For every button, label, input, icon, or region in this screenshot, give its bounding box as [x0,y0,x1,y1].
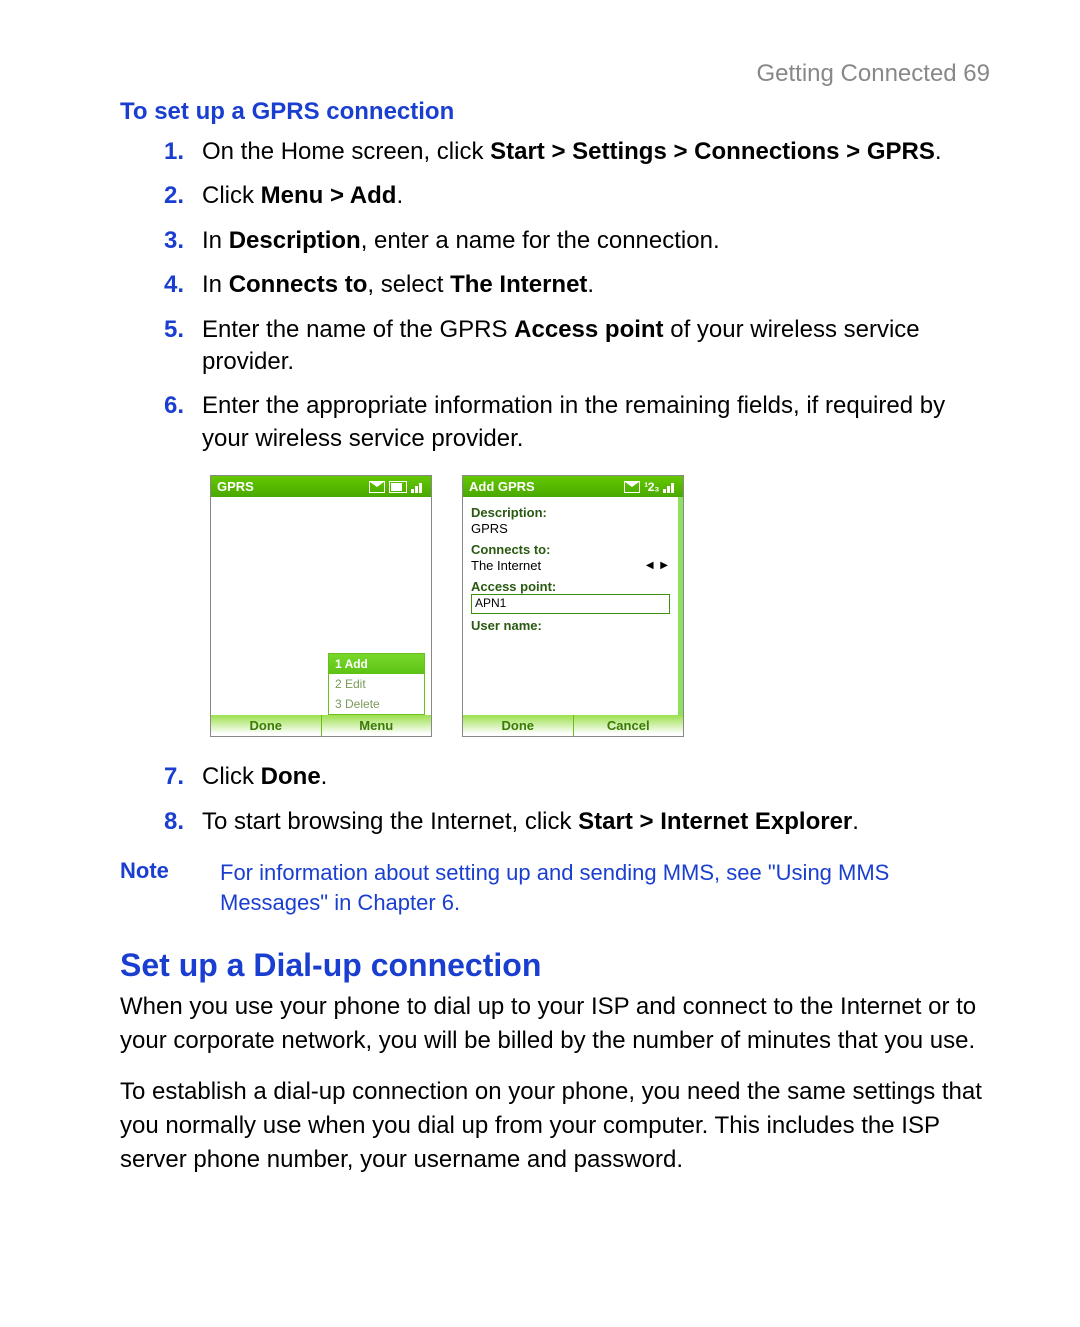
running-header: Getting Connected 69 [120,60,990,88]
value-connects-to[interactable]: The Internet ◀ ▶ [471,557,670,575]
body-paragraph: To establish a dial-up connection on you… [120,1075,990,1176]
manual-page: Getting Connected 69 To set up a GPRS co… [0,0,1080,1274]
step-text: . [852,808,859,835]
envelope-icon [624,481,640,493]
step-item: 5. Enter the name of the GPRS Access poi… [202,314,990,379]
phone-screenshots: GPRS 1 Add 2 Edit 3 Delete Done Menu [210,475,990,737]
value-description[interactable]: GPRS [471,520,670,538]
step-number: 5. [164,314,184,346]
step-bold: Access point [514,316,663,343]
step-number: 1. [164,136,184,168]
step-item: 3. In Description, enter a name for the … [202,225,990,257]
step-text: , select [367,271,450,298]
label-access-point: Access point: [471,579,670,594]
step-item: 4. In Connects to, select The Internet. [202,269,990,301]
step-bold: Start > Settings > Connections > GPRS [490,138,935,165]
step-text: In [202,271,229,298]
step-text: . [587,271,594,298]
softkey-menu[interactable]: Menu [322,715,432,736]
step-number: 6. [164,390,184,422]
step-text: In [202,227,229,254]
step-text: . [396,182,403,209]
signal-icon [663,481,677,493]
procedure-heading: To set up a GPRS connection [120,98,990,126]
step-text: Enter the name of the GPRS [202,316,514,343]
step-text: . [321,763,328,790]
menu-item-add[interactable]: 1 Add [329,654,424,674]
step-text: . [935,138,942,165]
step-bold: Connects to [229,271,368,298]
note-block: Note For information about setting up an… [120,858,990,917]
step-text: On the Home screen, click [202,138,490,165]
input-access-point[interactable]: APN1 [471,594,670,614]
phone-status-icons [369,481,425,493]
step-text: Enter the appropriate information in the… [202,392,945,451]
context-menu: 1 Add 2 Edit 3 Delete [328,653,425,715]
signal-icon [411,481,425,493]
phone-title: Add GPRS [469,479,535,494]
note-label: Note [120,858,190,917]
envelope-icon [369,481,385,493]
steps-list-top: 1. On the Home screen, click Start > Set… [120,136,990,455]
step-bold: Done [261,763,321,790]
step-number: 2. [164,180,184,212]
phone-screen-gprs-list: GPRS 1 Add 2 Edit 3 Delete Done Menu [210,475,432,737]
phone-softkeys: Done Menu [211,715,431,736]
phone-softkeys: Done Cancel [463,715,683,736]
body-paragraph: When you use your phone to dial up to yo… [120,990,990,1057]
softkey-done[interactable]: Done [211,715,321,736]
menu-item-delete[interactable]: 3 Delete [329,694,424,714]
step-bold: Start > Internet Explorer [578,808,852,835]
step-item: 7. Click Done. [202,761,990,793]
step-item: 6. Enter the appropriate information in … [202,390,990,455]
phone-screen-add-gprs: Add GPRS ¹2₃ Description: GPRS Connects … [462,475,684,737]
step-item: 8. To start browsing the Internet, click… [202,806,990,838]
step-item: 2. Click Menu > Add. [202,180,990,212]
connects-to-text: The Internet [471,558,541,573]
step-text: , enter a name for the connection. [361,227,720,254]
label-description: Description: [471,505,670,520]
step-number: 7. [164,761,184,793]
phone-titlebar: GPRS [211,476,431,497]
battery-icon [389,481,407,493]
step-text: To start browsing the Internet, click [202,808,578,835]
label-connects-to: Connects to: [471,542,670,557]
step-number: 4. [164,269,184,301]
gprs-form: Description: GPRS Connects to: The Inter… [463,497,678,637]
softkey-cancel[interactable]: Cancel [574,715,684,736]
phone-titlebar: Add GPRS ¹2₃ [463,476,683,497]
step-number: 3. [164,225,184,257]
step-text: Click [202,763,261,790]
phone-body: 1 Add 2 Edit 3 Delete [211,497,431,715]
input-mode-indicator: ¹2₃ [644,480,659,494]
phone-title: GPRS [217,479,254,494]
spinner-arrows-icon: ◀ ▶ [646,560,670,571]
step-number: 8. [164,806,184,838]
step-bold: Description [229,227,361,254]
note-text: For information about setting up and sen… [220,858,990,917]
section-heading-dialup: Set up a Dial-up connection [120,947,990,984]
step-bold: The Internet [450,271,587,298]
softkey-done[interactable]: Done [463,715,573,736]
step-bold: Menu > Add [261,182,397,209]
phone-status-icons: ¹2₃ [624,480,677,494]
menu-item-edit[interactable]: 2 Edit [329,674,424,694]
step-text: Click [202,182,261,209]
phone-body: Description: GPRS Connects to: The Inter… [463,497,683,715]
step-item: 1. On the Home screen, click Start > Set… [202,136,990,168]
steps-list-bottom: 7. Click Done. 8. To start browsing the … [120,761,990,838]
label-user-name: User name: [471,618,670,633]
